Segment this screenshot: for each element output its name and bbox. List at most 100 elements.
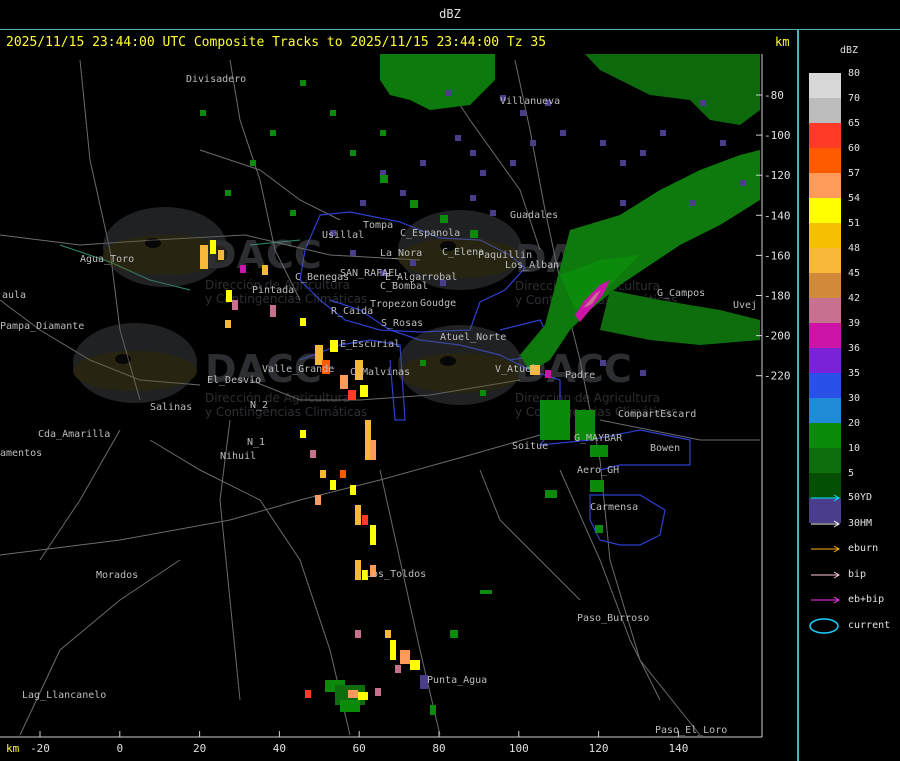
place-Uvej: Uvej [733, 300, 757, 311]
place-Usillal: Usillal [322, 230, 364, 241]
x-tick-label: 120 [589, 742, 609, 755]
x-tick-label: 20 [193, 742, 206, 755]
track-legend-item: bip [808, 567, 898, 583]
watermark-line1-4: Dirección de Agricultura [515, 391, 660, 405]
place-Atuel_Norte: Atuel_Norte [440, 332, 506, 343]
track-legend-item: 30HM [808, 516, 898, 532]
y-tick-label: -100 [764, 129, 791, 142]
track-label: current [848, 619, 891, 631]
track-label: eb+bip [848, 594, 885, 605]
place-Paso_Burroso: Paso_Burroso [577, 613, 649, 624]
place-Guadales: Guadales [510, 210, 558, 221]
x-tick-label: 140 [668, 742, 688, 755]
legend-swatch [809, 348, 841, 373]
legend-swatch [809, 323, 841, 348]
ellipse-icon [809, 617, 839, 634]
arrow-icon [811, 520, 840, 527]
place-Divisadero: Divisadero [186, 74, 246, 85]
legend-swatch [809, 223, 841, 248]
track-label: 30HM [848, 517, 873, 529]
legend-swatch [809, 423, 841, 448]
x-tick-label: -20 [30, 742, 50, 755]
place-N_1: N_1 [247, 437, 265, 448]
place-Morados: Morados [96, 570, 138, 581]
track-label: bip [848, 568, 867, 580]
legend-value: 54 [848, 193, 861, 204]
arrow-icon [811, 494, 840, 502]
legend-value: 36 [848, 343, 861, 354]
place-aula: aula [2, 290, 26, 301]
place-Los_Alban: Los_Alban [505, 260, 559, 271]
track-legend-item: eburn [808, 541, 898, 557]
place-Lag_Llancanelo: Lag_Llancanelo [22, 690, 106, 701]
legend-swatch [809, 123, 841, 148]
legend-value: 65 [848, 118, 861, 129]
legend-value: 42 [848, 293, 861, 304]
place-El_Desvio: El_Desvio [207, 375, 261, 386]
y-tick-label: -180 [764, 290, 791, 303]
place-Pampa_Diamante: Pampa_Diamante [0, 321, 84, 332]
composite-headline: 2025/11/15 23:44:00 UTC Composite Tracks… [6, 35, 547, 50]
place-Goudge: Goudge [420, 298, 456, 309]
place-Cda_Amarilla: Cda_Amarilla [38, 429, 110, 440]
legend-swatch [809, 273, 841, 298]
legend-value: 10 [848, 443, 861, 454]
legend-value: 30 [848, 393, 861, 404]
place-La_Nora: La_Nora [380, 248, 422, 259]
place-Padre: Padre [565, 370, 595, 381]
place-C_Bombal: C_Bombal [380, 281, 428, 292]
place-Nihuil: Nihuil [220, 451, 256, 462]
y-tick-label: -200 [764, 330, 791, 343]
place-C_Espanola: C_Espanola [400, 228, 460, 239]
place-Los_Toldos: Los_Toldos [366, 569, 426, 580]
legend-swatch [809, 148, 841, 173]
place-Salinas: Salinas [150, 402, 192, 413]
track-label: 50YD [848, 492, 873, 503]
legend-value: 5 [848, 468, 855, 479]
watermark-line1-3: Dirección de Agricultura [205, 391, 350, 405]
track-legend-item: eb+bip [808, 592, 898, 608]
place-Paso_El_Loro: Paso_El_Loro [655, 725, 727, 736]
legend-value: 57 [848, 168, 861, 179]
place-Soitue: Soitue [512, 441, 548, 452]
y-tick-label: -220 [764, 370, 791, 383]
place-Agua_Toro: Agua_Toro [80, 254, 134, 265]
place-Villanueva: Villanueva [500, 96, 560, 107]
top-km-label: km [775, 35, 790, 49]
place-Punta_Agua: Punta_Agua [427, 675, 487, 686]
place-Pintada: Pintada [252, 285, 294, 296]
place-Valle_Grande: Valle_Grande [262, 364, 334, 375]
legend-value: 48 [848, 243, 861, 254]
place-Bowen: Bowen [650, 443, 680, 454]
place-C_Malvinas: C_Malvinas [350, 367, 410, 378]
legend-swatch [809, 198, 841, 223]
place-S_Rosas: S_Rosas [381, 318, 423, 329]
place-Carmensa: Carmensa [590, 502, 638, 513]
place-V_Atuel: V_Atuel [495, 364, 537, 375]
place-Aero_GH: Aero_GH [577, 465, 619, 476]
x-tick-label: 100 [509, 742, 529, 755]
legend-value: 39 [848, 318, 861, 329]
legend-swatch [809, 73, 841, 98]
y-tick-label: -140 [764, 209, 791, 222]
place-Tropezon: Tropezon [370, 299, 418, 310]
x-unit-label: km [6, 742, 20, 755]
arrow-icon [811, 571, 840, 578]
legend-swatch [809, 98, 841, 123]
radar-map[interactable]: DACC DACC DACC DACC Dirección de Agricul… [0, 0, 797, 761]
legend-swatch [809, 173, 841, 198]
legend-value: 45 [848, 268, 861, 279]
place-N_2: N_2 [250, 400, 268, 411]
y-tick-label: -160 [764, 249, 791, 262]
track-legend-item: 50YD [808, 490, 898, 506]
place-amentos: amentos [0, 448, 42, 459]
place-Tompa: Tompa [363, 220, 393, 231]
x-tick-label: 80 [432, 742, 445, 755]
place-E_Escurial: E_Escurial [340, 339, 400, 350]
legend-swatch [809, 373, 841, 398]
x-tick-label: 40 [273, 742, 286, 755]
track-label: eburn [848, 543, 879, 554]
arrow-icon [811, 596, 840, 604]
legend-value: 20 [848, 418, 861, 429]
track-legend-item: current [808, 617, 898, 634]
